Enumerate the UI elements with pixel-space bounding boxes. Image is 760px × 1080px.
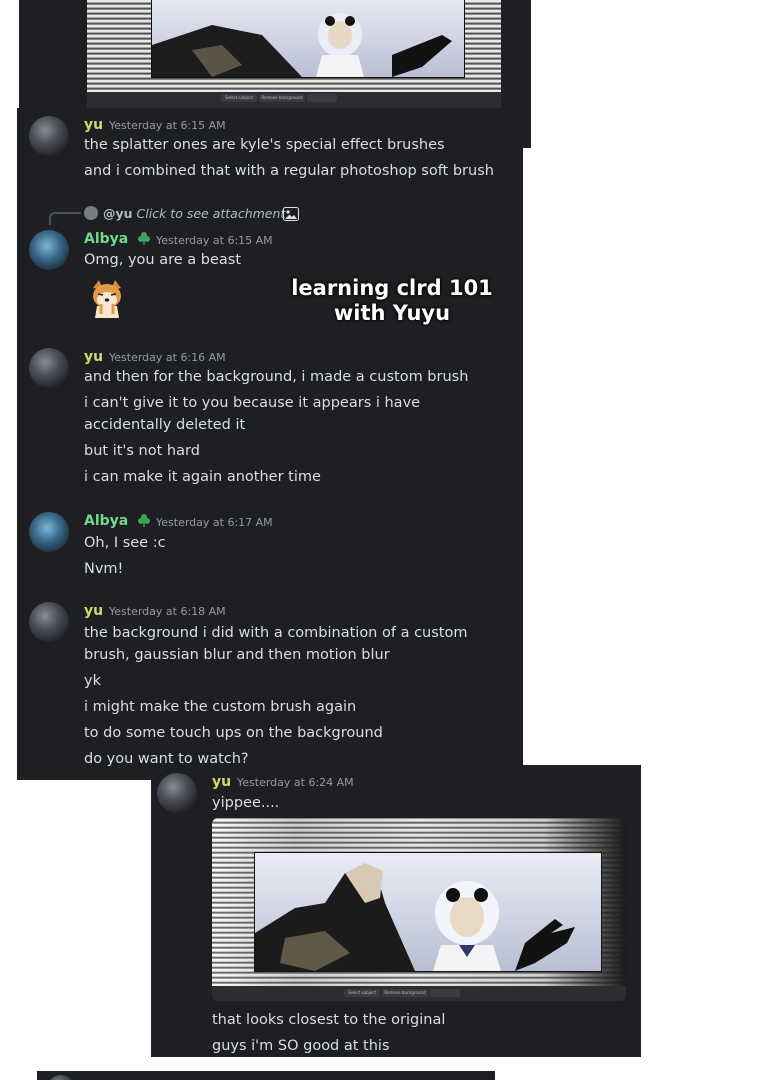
avatar[interactable] <box>29 116 69 156</box>
message-text: that looks closest to the original <box>212 1012 446 1028</box>
timestamp: Yesterday at 6:18 AM <box>109 605 226 618</box>
toolbar-more[interactable] <box>430 989 460 997</box>
chat-panel-bottom-sliver <box>37 1071 495 1080</box>
reply-author[interactable]: @yu <box>103 206 133 221</box>
message-group: yu Yesterday at 6:16 AM and then for the… <box>17 342 523 492</box>
reply-connector <box>49 212 81 225</box>
timestamp: Yesterday at 6:17 AM <box>156 516 273 529</box>
timestamp: Yesterday at 6:24 AM <box>237 776 354 789</box>
avatar[interactable] <box>29 602 69 642</box>
message-text: yk <box>84 673 101 689</box>
message-text: but it's not hard <box>84 443 200 459</box>
art-scene <box>254 852 602 972</box>
message-group: yu Yesterday at 6:18 AM the background i… <box>17 596 523 780</box>
avatar[interactable] <box>29 348 69 388</box>
message-text: the background i did with a combination … <box>84 625 468 663</box>
message-text: Nvm! <box>84 561 124 577</box>
chat-panel-main: yu Yesterday at 6:15 AM the splatter one… <box>17 108 523 780</box>
author-name[interactable]: yu <box>84 117 103 133</box>
top-attachment-image[interactable]: Select subject Remove background <box>87 0 501 108</box>
author-name[interactable]: yu <box>84 603 103 619</box>
avatar[interactable] <box>29 512 69 552</box>
message-text: and then for the background, i made a cu… <box>84 369 469 385</box>
chat-panel-second: yu Yesterday at 6:24 AM yippee.... Selec… <box>151 765 641 1057</box>
image-attachment[interactable]: Select subject Remove background <box>212 818 626 1001</box>
author-name[interactable]: Albya <box>84 231 151 247</box>
message-text: i can make it again another time <box>84 469 321 485</box>
top-art-scene <box>151 0 465 78</box>
avatar[interactable] <box>47 1075 75 1080</box>
avatar[interactable] <box>29 230 69 270</box>
timestamp: Yesterday at 6:16 AM <box>109 351 226 364</box>
select-subject-button[interactable]: Select subject <box>344 989 380 997</box>
overlay-line-2: with Yuyu <box>333 301 451 325</box>
top-image-toolbar: Select subject Remove background <box>221 94 337 103</box>
reply-text[interactable]: Click to see attachment <box>137 206 286 221</box>
overlay-line-1: learning clrd 101 <box>291 276 493 300</box>
message-text: guys i'm SO good at this <box>212 1038 390 1054</box>
message-text: Oh, I see :c <box>84 535 166 551</box>
message-group: yu Yesterday at 6:15 AM the splatter one… <box>17 108 523 198</box>
message-text: Omg, you are a beast <box>84 252 242 268</box>
timestamp: Yesterday at 6:15 AM <box>156 234 273 247</box>
image-toolbar: Select subject Remove background <box>344 989 460 998</box>
avatar[interactable] <box>157 773 197 813</box>
top-toolbar-more[interactable] <box>307 94 337 102</box>
author-name[interactable]: yu <box>84 349 103 365</box>
image-attachment-icon <box>283 206 299 221</box>
message-text: the splatter ones are kyle's special eff… <box>84 137 445 153</box>
shiba-sticker[interactable] <box>87 278 127 318</box>
message-text: and i combined that with a regular photo… <box>84 163 494 179</box>
message-group: Albya Yesterday at 6:17 AM Oh, I see :c … <box>17 504 523 584</box>
message-text: i can't give it to you because it appear… <box>84 395 421 433</box>
reply-avatar-icon <box>84 206 98 220</box>
author-name[interactable]: Albya <box>84 513 151 529</box>
message-text: i might make the custom brush again <box>84 699 357 715</box>
top-remove-background-button[interactable]: Remove background <box>259 94 305 102</box>
clover-badge-icon <box>138 514 151 527</box>
reply-preview[interactable]: @yu Click to see attachment <box>103 206 285 221</box>
clover-badge-icon <box>138 232 151 245</box>
top-select-subject-button[interactable]: Select subject <box>221 94 257 102</box>
remove-background-button[interactable]: Remove background <box>382 989 428 997</box>
timestamp: Yesterday at 6:15 AM <box>109 119 226 132</box>
message-text: to do some touch ups on the background <box>84 725 383 741</box>
message-text: yippee.... <box>212 795 280 811</box>
author-name[interactable]: yu <box>212 774 231 790</box>
overlay-caption: learning clrd 101 with Yuyu <box>287 276 497 326</box>
